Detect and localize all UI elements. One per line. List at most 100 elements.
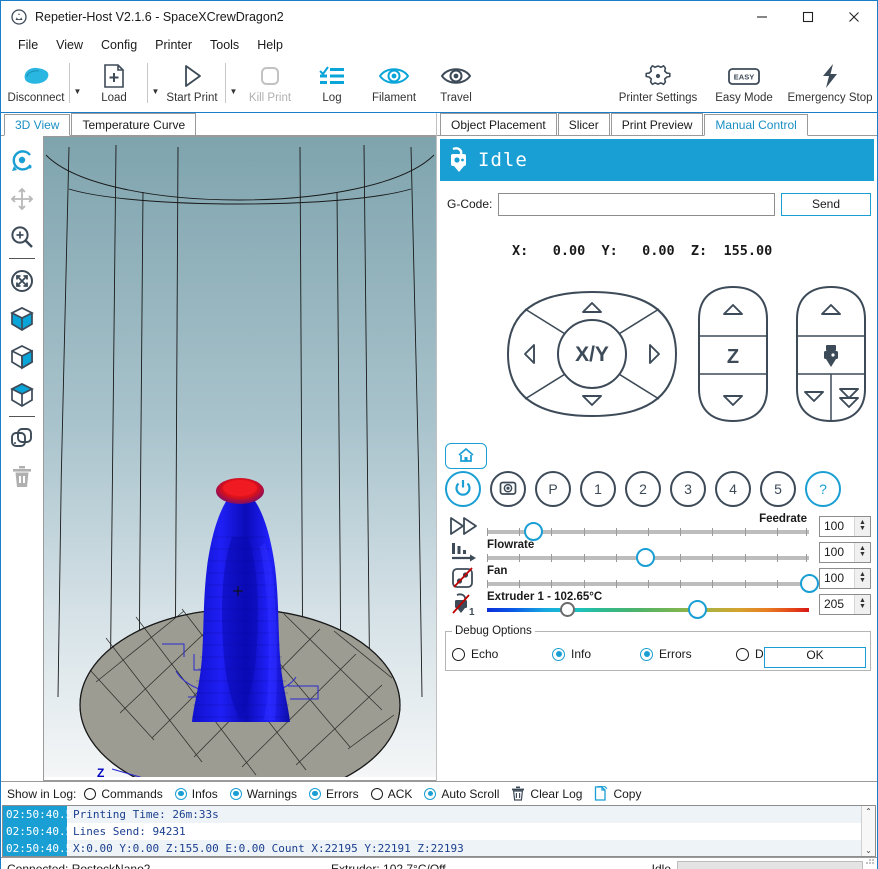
- x-value: 0.00: [552, 243, 586, 259]
- printer-plug-icon: [440, 145, 478, 175]
- log-filter-ack[interactable]: ACK: [370, 787, 412, 801]
- script-5-button[interactable]: 5: [760, 471, 796, 507]
- log-scrollbar[interactable]: ⌃ ⌄: [861, 806, 875, 856]
- debug-option-echo[interactable]: Echo: [452, 647, 548, 661]
- tab-3d-view[interactable]: 3D View: [4, 114, 71, 136]
- disconnect-button[interactable]: Disconnect: [5, 57, 67, 112]
- log-filter-errors[interactable]: Errors: [309, 787, 359, 801]
- maximize-button[interactable]: [785, 1, 831, 32]
- copy-log-button[interactable]: Copy: [594, 786, 641, 801]
- fan-spinner[interactable]: 100 ▲ ▼: [819, 567, 871, 589]
- clear-log-button[interactable]: Clear Log: [511, 786, 582, 801]
- emergency-stop-button[interactable]: Emergency Stop: [787, 57, 873, 112]
- trash-icon[interactable]: [5, 458, 39, 496]
- menu-tools[interactable]: Tools: [201, 35, 248, 55]
- x-label: X:: [512, 243, 529, 259]
- jog-pad-graphics[interactable]: X/Y Z: [437, 279, 878, 464]
- scale-fit-icon[interactable]: [5, 262, 39, 300]
- tab-object-placement[interactable]: Object Placement: [440, 113, 557, 135]
- menu-file[interactable]: File: [9, 35, 47, 55]
- travel-button[interactable]: Travel: [425, 57, 487, 112]
- flowrate-slider[interactable]: Flowrate: [485, 539, 813, 567]
- log-view[interactable]: 02:50:40.536 Printing Time: 26m:33s 02:5…: [2, 805, 876, 857]
- kill-print-button: Kill Print: [239, 57, 301, 112]
- zoom-icon[interactable]: [5, 218, 39, 256]
- flowrate-spinner[interactable]: 100 ▲ ▼: [819, 541, 871, 563]
- easy-mode-button[interactable]: EASY Easy Mode: [701, 57, 787, 112]
- easy-badge-icon: EASY: [725, 61, 763, 91]
- minimize-button[interactable]: [739, 1, 785, 32]
- printer-settings-label: Printer Settings: [618, 92, 698, 104]
- close-button[interactable]: [831, 1, 877, 32]
- filament-button[interactable]: Filament: [363, 57, 425, 112]
- log-filter-auto-scroll[interactable]: Auto Scroll: [424, 787, 499, 801]
- cube-front-icon[interactable]: [5, 300, 39, 338]
- log-button[interactable]: Log: [301, 57, 363, 112]
- script-4-button[interactable]: 4: [715, 471, 751, 507]
- quick-action-buttons: P 1 2 3 4 5 ?: [437, 471, 877, 507]
- menu-help[interactable]: Help: [248, 35, 292, 55]
- script-3-button[interactable]: 3: [670, 471, 706, 507]
- fan-track: [487, 580, 809, 588]
- log-filter-infos[interactable]: Infos: [174, 787, 218, 801]
- log-filter-commands[interactable]: Commands: [84, 787, 163, 801]
- tab-print-preview[interactable]: Print Preview: [610, 113, 704, 135]
- debug-option-errors[interactable]: Errors: [640, 647, 732, 661]
- cube-iso-icon[interactable]: [5, 376, 39, 414]
- power-button[interactable]: [445, 471, 481, 507]
- jog-controls: X/Y Z: [437, 279, 877, 469]
- start-print-label: Start Print: [166, 92, 218, 104]
- tab-manual-control[interactable]: Manual Control: [704, 114, 808, 136]
- move-icon[interactable]: [5, 180, 39, 218]
- extruder1-current-marker: [560, 602, 576, 617]
- disconnect-dropdown-arrow[interactable]: ▼: [72, 57, 83, 112]
- extruder1-stepper[interactable]: ▲ ▼: [854, 594, 870, 614]
- log-filter-warnings[interactable]: Warnings: [229, 787, 297, 801]
- debug-option-info[interactable]: Info: [552, 647, 636, 661]
- menu-printer[interactable]: Printer: [146, 35, 201, 55]
- debug-ok-button[interactable]: OK: [764, 647, 866, 668]
- toolbar-separator: [225, 63, 226, 103]
- scroll-up-arrow[interactable]: ⌃: [865, 807, 872, 816]
- help-button[interactable]: ?: [805, 471, 841, 507]
- extruder1-slider[interactable]: Extruder 1 - 102.65°C: [485, 591, 813, 619]
- 3d-viewport[interactable]: Z X Y: [43, 136, 436, 781]
- cube-top-icon[interactable]: [5, 338, 39, 376]
- menu-config[interactable]: Config: [92, 35, 146, 55]
- repetier-logo-icon: [11, 8, 27, 25]
- camera-button[interactable]: [490, 471, 526, 507]
- home-all-button[interactable]: [445, 443, 487, 469]
- camera-icon: [498, 478, 518, 501]
- script-2-button[interactable]: 2: [625, 471, 661, 507]
- fan-stepper[interactable]: ▲ ▼: [854, 568, 870, 588]
- feedrate-spinner[interactable]: 100 ▲ ▼: [819, 515, 871, 537]
- script-1-button[interactable]: 1: [580, 471, 616, 507]
- feedrate-slider[interactable]: Feedrate: [485, 513, 813, 541]
- tab-slicer[interactable]: Slicer: [557, 113, 610, 135]
- send-gcode-button[interactable]: Send: [781, 192, 871, 216]
- window-title: Repetier-Host V2.1.6 - SpaceXCrewDragon2: [35, 9, 284, 24]
- copy-object-icon[interactable]: [5, 420, 39, 458]
- park-button[interactable]: P: [535, 471, 571, 507]
- rotate-icon[interactable]: [5, 142, 39, 180]
- load-dropdown-arrow[interactable]: ▼: [150, 57, 161, 112]
- menu-view[interactable]: View: [47, 35, 92, 55]
- printer-settings-button[interactable]: Printer Settings: [615, 57, 701, 112]
- feedrate-stepper[interactable]: ▲ ▼: [854, 516, 870, 536]
- flowrate-stepper[interactable]: ▲ ▼: [854, 542, 870, 562]
- fan-slider[interactable]: Fan: [485, 565, 819, 593]
- start-print-button[interactable]: Start Print: [161, 57, 223, 112]
- tab-temperature-curve[interactable]: Temperature Curve: [71, 113, 197, 135]
- extruder1-spinner[interactable]: 205 ▲ ▼: [819, 593, 871, 615]
- resize-grip[interactable]: [863, 854, 875, 866]
- gcode-input[interactable]: [498, 192, 775, 216]
- clear-log-label: Clear Log: [530, 786, 583, 801]
- y-label: Y:: [601, 243, 618, 259]
- extruder1-target-knob[interactable]: [688, 600, 708, 619]
- log-timestamp: 02:50:40.536: [3, 806, 85, 823]
- repetier-host-window: Repetier-Host V2.1.6 - SpaceXCrewDragon2…: [0, 0, 878, 869]
- load-button[interactable]: Load: [83, 57, 145, 112]
- fan-value: 100: [824, 571, 845, 585]
- start-print-dropdown-arrow[interactable]: ▼: [228, 57, 239, 112]
- extruder1-row: 1 Extruder 1 - 102.65°C 205 ▲ ▼: [443, 591, 877, 619]
